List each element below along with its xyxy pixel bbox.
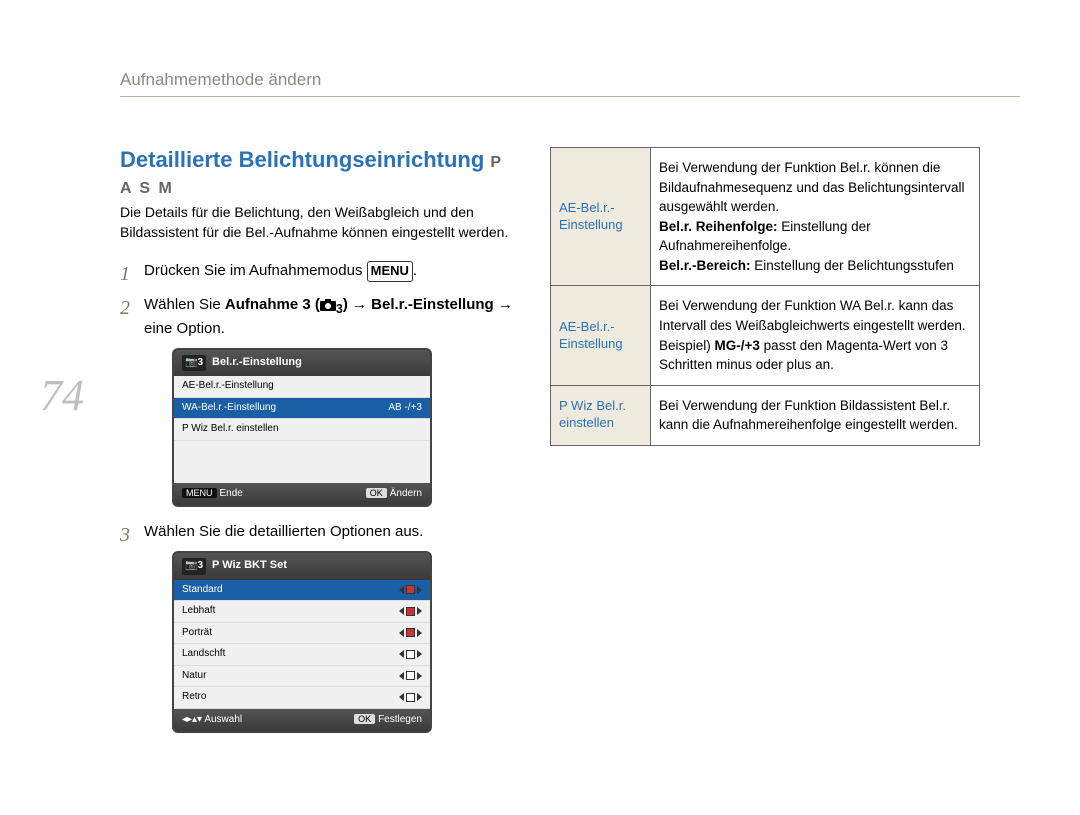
screen2-row-toggle[interactable] (399, 647, 422, 662)
table-desc: Bei Verwendung der Funktion Bel.r. könne… (651, 148, 980, 286)
screen2-row-toggle[interactable] (399, 583, 422, 598)
screen2-row[interactable]: Natur (174, 666, 430, 688)
ok-pill[interactable]: OK (366, 488, 387, 498)
screen2-row[interactable]: Standard (174, 580, 430, 602)
step-1-text-post: . (413, 262, 417, 279)
table-desc: Bei Verwendung der Funktion Bildassisten… (651, 385, 980, 445)
screen1-row[interactable]: AE-Bel.r.-Einstellung (174, 376, 430, 398)
screen1-row[interactable]: P Wiz Bel.r. einstellen (174, 419, 430, 441)
page-number: 74 (40, 370, 84, 421)
screen2-title: P Wiz BKT Set (212, 558, 287, 574)
step-number: 3 (120, 521, 130, 550)
screen2-row[interactable]: Porträt (174, 623, 430, 645)
screen2-row[interactable]: Lebhaft (174, 601, 430, 623)
screen1-title: Bel.r.-Einstellung (212, 355, 302, 371)
screen2-row-label: Standard (182, 583, 223, 598)
step-1-text-pre: Drücken Sie im Aufnahmemodus (144, 262, 367, 279)
table-label: AE-Bel.r.-Einstellung (551, 286, 651, 385)
table-label: AE-Bel.r.-Einstellung (551, 148, 651, 286)
table-row: AE-Bel.r.-Einstellung Bei Verwendung der… (551, 286, 980, 385)
section-header: Aufnahmemethode ändern (120, 70, 1020, 97)
footer-left-label: Ende (220, 488, 243, 499)
screen2-row-label: Retro (182, 690, 206, 705)
screen2-row-toggle[interactable] (399, 604, 422, 619)
table-label: P Wiz Bel.r. einstellen (551, 385, 651, 445)
screen1-row-label: AE-Bel.r.-Einstellung (182, 379, 274, 394)
table-row: P Wiz Bel.r. einstellen Bei Verwendung d… (551, 385, 980, 445)
screen1-blank (174, 441, 430, 483)
menu-pill[interactable]: MENU (182, 488, 217, 498)
intro-paragraph: Die Details für die Belichtung, den Weiß… (120, 203, 520, 242)
screen1-row-label: P Wiz Bel.r. einstellen (182, 422, 279, 437)
step-2: 2 Wählen Sie Aufnahme 3 (3) → Bel.r.-Ein… (120, 294, 520, 507)
settings-table: AE-Bel.r.-Einstellung Bei Verwendung der… (550, 147, 980, 446)
table-row: AE-Bel.r.-Einstellung Bei Verwendung der… (551, 148, 980, 286)
screen2-tag: 📷3 (182, 558, 206, 575)
table-desc: Bei Verwendung der Funktion WA Bel.r. ka… (651, 286, 980, 385)
step-2-bold1: Aufnahme 3 (3) → Bel.r.-Einstellung (225, 296, 494, 313)
title-text: Detaillierte Belichtungseinrichtung (120, 147, 484, 172)
step-3: 3 Wählen Sie die detaillierten Optionen … (120, 521, 520, 733)
step-number: 1 (120, 260, 130, 289)
step-3-text: Wählen Sie die detaillierten Optionen au… (144, 523, 423, 540)
camera-screen-belr: 📷3 Bel.r.-Einstellung AE-Bel.r.-Einstell… (172, 348, 432, 508)
step-number: 2 (120, 294, 130, 323)
camera-screen-pwiz: 📷3 P Wiz BKT Set Standard Lebhaft Porträt L… (172, 551, 432, 733)
footer-right-label: Ändern (390, 488, 422, 499)
screen1-header: 📷3 Bel.r.-Einstellung (174, 350, 430, 377)
screen2-row-label: Porträt (182, 626, 212, 641)
screen2-row-label: Natur (182, 669, 206, 684)
screen2-row-label: Lebhaft (182, 604, 215, 619)
ok-pill[interactable]: OK (354, 714, 375, 724)
screen2-row-label: Landschft (182, 647, 225, 662)
step-1: 1 Drücken Sie im Aufnahmemodus MENU. (120, 260, 520, 282)
menu-badge: MENU (367, 261, 413, 282)
screen2-header: 📷3 P Wiz BKT Set (174, 553, 430, 580)
screen1-row-selected[interactable]: WA-Bel.r.-Einstellung AB -/+3 (174, 398, 430, 420)
screen1-footer: MENUEnde OKÄndern (174, 483, 430, 506)
page-title: Detaillierte Belichtungseinrichtung P A … (120, 147, 520, 199)
screen1-row-label: WA-Bel.r.-Einstellung (182, 401, 276, 416)
camera-icon (320, 299, 336, 311)
screen2-row-toggle[interactable] (399, 669, 422, 684)
camera-icon-sub: 3 (336, 302, 343, 316)
footer-right-label: Festlegen (378, 714, 422, 725)
screen2-footer: ◂▸▴▾ Auswahl OKFestlegen (174, 709, 430, 732)
screen2-row-toggle[interactable] (399, 690, 422, 705)
nav-arrows-icon: ◂▸▴▾ (182, 714, 204, 725)
screen1-tag: 📷3 (182, 355, 206, 372)
screen2-row-toggle[interactable] (399, 626, 422, 641)
screen2-row[interactable]: Retro (174, 687, 430, 709)
footer-left-label: Auswahl (204, 714, 242, 725)
screen1-row-value: AB -/+3 (388, 401, 422, 416)
step-2-pre: Wählen Sie (144, 296, 225, 313)
screen2-row[interactable]: Landschft (174, 644, 430, 666)
